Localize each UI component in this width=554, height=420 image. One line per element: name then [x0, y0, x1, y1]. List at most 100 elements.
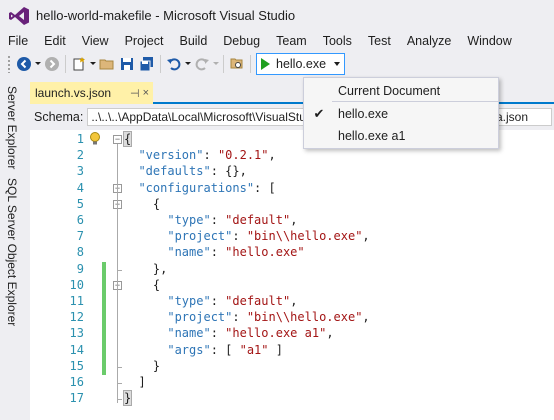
chevron-down-icon	[35, 62, 41, 65]
menu-edit[interactable]: Edit	[36, 34, 74, 48]
chevron-down-icon	[334, 62, 341, 66]
menu-build[interactable]: Build	[171, 34, 215, 48]
dropdown-item-label: Current Document	[338, 84, 441, 98]
undo-dropdown[interactable]	[184, 54, 192, 74]
debug-target-label: hello.exe	[276, 57, 327, 71]
json-punctuation: ,	[290, 294, 298, 308]
json-punctuation: :	[203, 148, 218, 163]
menu-team[interactable]: Team	[268, 34, 315, 48]
toolbar-separator	[223, 55, 224, 73]
menu-debug[interactable]: Debug	[215, 34, 268, 48]
json-key: "project"	[124, 310, 233, 325]
redo-icon	[195, 58, 209, 71]
dropdown-item-current-document[interactable]: Current Document	[304, 80, 498, 102]
code-line: "version": "0.2.1",	[124, 148, 275, 163]
json-key: "args"	[124, 342, 211, 357]
json-key: "configurations"	[124, 180, 255, 195]
fold-guide-end	[117, 399, 122, 401]
code-line: ]	[124, 375, 145, 389]
json-key: "name"	[124, 245, 211, 260]
new-project-button[interactable]	[69, 54, 89, 74]
chevron-down-icon	[185, 62, 191, 65]
menu-test[interactable]: Test	[360, 34, 399, 48]
forward-button[interactable]	[42, 54, 62, 74]
save-all-icon	[139, 57, 153, 72]
fold-toggle[interactable]: −	[113, 135, 122, 144]
server-explorer-tab[interactable]: Server Explorer	[5, 86, 19, 169]
line-number-gutter: 1 2 3 4 5 6 7 8 9 10 11 12 13 14 15 16 17	[30, 130, 88, 420]
save-button[interactable]	[117, 54, 137, 74]
document-tab-launch-vs-json[interactable]: launch.vs.json ⊣ ×	[30, 82, 154, 104]
line-number: 8	[76, 245, 84, 260]
menu-bar: File Edit View Project Build Debug Team …	[0, 31, 554, 51]
json-punctuation: ,	[326, 326, 334, 341]
code-line: "project": "bin\\hello.exe",	[124, 310, 369, 325]
json-punctuation: {	[124, 277, 161, 292]
save-icon	[121, 58, 133, 70]
undo-button[interactable]	[164, 54, 184, 74]
code-editor[interactable]: 1234567891011121314151617 −−−− { "versio…	[30, 130, 554, 420]
line-number: 10	[69, 277, 84, 292]
line-number: 6	[76, 213, 84, 227]
toolbar-separator	[65, 55, 66, 73]
save-all-button[interactable]	[137, 54, 157, 74]
menu-view[interactable]: View	[74, 34, 117, 48]
open-button[interactable]	[97, 54, 117, 74]
line-number: 3	[76, 164, 84, 179]
debug-target-dropdown: Current Document ✔ hello.exe hello.exe a…	[303, 77, 499, 149]
find-button[interactable]	[227, 54, 247, 74]
lightbulb-icon[interactable]	[89, 132, 101, 146]
json-punctuation: {	[124, 196, 161, 211]
back-button[interactable]	[14, 54, 34, 74]
json-punctuation: ,	[362, 229, 370, 244]
dropdown-item-hello-exe-a1[interactable]: hello.exe a1	[304, 125, 498, 147]
code-line: }	[122, 390, 133, 407]
play-icon	[261, 58, 270, 70]
new-project-icon	[73, 57, 85, 71]
dropdown-item-hello-exe[interactable]: ✔ hello.exe	[304, 103, 498, 125]
menu-analyze[interactable]: Analyze	[399, 34, 459, 48]
redo-dropdown[interactable]	[212, 54, 220, 74]
chevron-down-icon	[213, 62, 219, 65]
sql-server-object-explorer-tab[interactable]: SQL Server Object Explorer	[5, 178, 19, 326]
new-project-dropdown[interactable]	[89, 54, 97, 74]
pin-icon[interactable]: ⊣	[130, 87, 140, 100]
tab-label: launch.vs.json	[35, 86, 112, 100]
changed-lines-marker	[102, 261, 106, 375]
line-number: 4	[76, 180, 84, 195]
json-punctuation: : [	[210, 342, 240, 357]
toolbar-separator	[160, 55, 161, 73]
code-line: "project": "bin\\hello.exe",	[124, 229, 370, 244]
menu-window[interactable]: Window	[459, 34, 519, 48]
fold-guide	[117, 144, 118, 404]
code-line: {	[124, 197, 160, 211]
json-string: "bin\\hello.exe"	[246, 229, 363, 244]
json-string: "0.2.1"	[217, 148, 269, 163]
start-debugging-button[interactable]: hello.exe	[256, 53, 346, 75]
json-string: "bin\\hello.exe"	[246, 310, 363, 325]
check-icon: ✔	[313, 106, 325, 121]
code-line: {	[122, 131, 133, 147]
json-key: "type"	[124, 213, 211, 227]
menu-tools[interactable]: Tools	[315, 34, 360, 48]
json-punctuation: :	[232, 229, 247, 244]
line-number: 11	[69, 294, 84, 308]
json-punctuation: :	[232, 310, 247, 325]
redo-button[interactable]	[192, 54, 212, 74]
menu-project[interactable]: Project	[117, 34, 172, 48]
code-line: },	[124, 262, 167, 276]
toolbar-grip[interactable]	[7, 55, 11, 73]
close-icon[interactable]: ×	[143, 87, 149, 99]
code-line: "name": "hello.exe a1",	[124, 326, 334, 341]
line-number: 16	[69, 375, 84, 389]
back-dropdown[interactable]	[34, 54, 42, 74]
fold-guide-end	[117, 383, 122, 384]
json-punctuation: :	[210, 294, 226, 308]
json-punctuation: : [	[254, 180, 276, 195]
line-number: 15	[69, 358, 84, 373]
menu-file[interactable]: File	[0, 34, 36, 48]
line-number: 1	[76, 132, 84, 146]
forward-icon	[45, 57, 59, 71]
json-string: "default"	[225, 294, 291, 308]
line-number: 7	[76, 229, 84, 244]
